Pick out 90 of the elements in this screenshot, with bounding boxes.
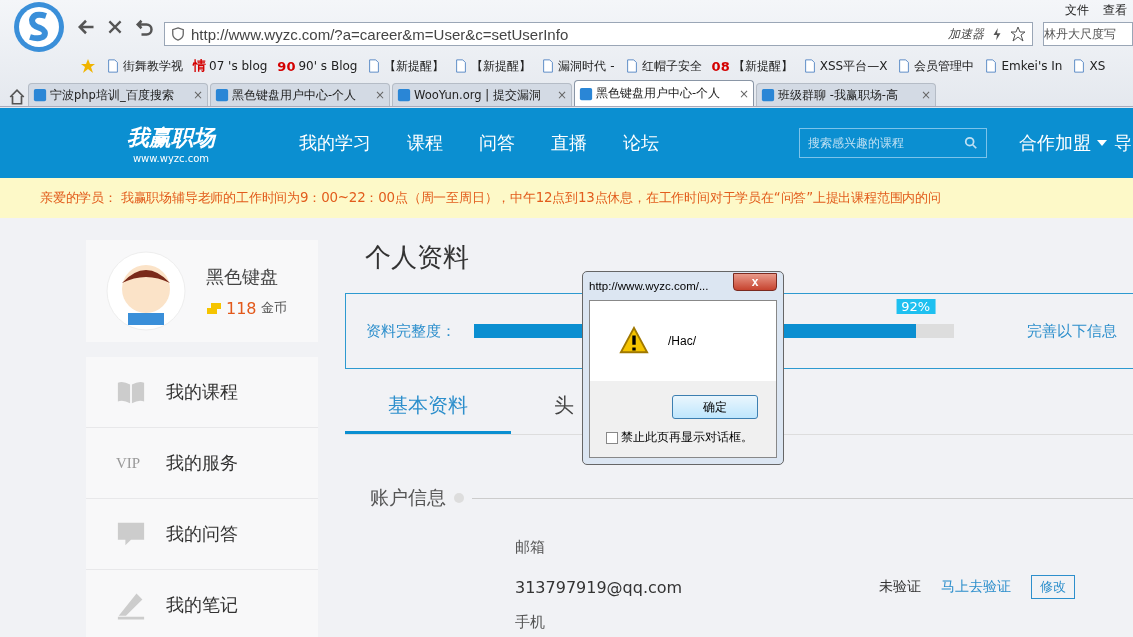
tab-title: 宁波php培训_百度搜索 bbox=[50, 87, 175, 103]
user-name: 黑色键盘 bbox=[206, 264, 279, 289]
warning-icon bbox=[618, 326, 650, 356]
notice-text: 亲爱的学员： 我赢职场辅导老师的工作时间为9：00~22：00点（周一至周日），中午12点到13点休息，在工作时间对于学员在“问答”上提出课程范围内的问 bbox=[40, 189, 941, 207]
dialog-message: /Hac/ bbox=[668, 334, 696, 348]
browser-logo[interactable] bbox=[12, 0, 66, 54]
field-label: 手机 bbox=[515, 613, 546, 632]
accelerator-label[interactable]: 加速器 bbox=[948, 25, 984, 43]
vip-icon: VIP bbox=[116, 454, 146, 472]
bookmark-link[interactable]: 漏洞时代 - bbox=[541, 57, 615, 75]
home-icon bbox=[8, 88, 26, 106]
page-icon bbox=[984, 59, 999, 73]
browser-tab[interactable]: 黑色键盘用户中心-个人 × bbox=[210, 83, 390, 106]
favicon-icon bbox=[397, 88, 411, 102]
page-icon bbox=[541, 59, 556, 73]
menu-item[interactable]: 查看 bbox=[1103, 2, 1127, 19]
suppress-checkbox[interactable]: 禁止此页再显示对话框。 bbox=[606, 429, 776, 446]
sidebar-item[interactable]: VIP 我的服务 bbox=[86, 428, 318, 499]
bookmark-link[interactable]: Emkei's In bbox=[984, 59, 1063, 73]
bookmark-link[interactable]: 情 07 's blog bbox=[193, 57, 268, 75]
tab-close-icon[interactable]: × bbox=[738, 86, 749, 101]
bookmark-link[interactable]: 红帽子安全 bbox=[624, 57, 702, 75]
page-icon bbox=[1072, 59, 1087, 73]
section-title: 账户信息 bbox=[370, 485, 446, 510]
favicon-icon bbox=[761, 88, 775, 102]
shield-icon bbox=[171, 27, 185, 41]
bookmark-link[interactable]: 08 【新提醒】 bbox=[711, 57, 793, 75]
favicon-text: 情 bbox=[193, 57, 206, 75]
coin-count: 118 bbox=[226, 298, 257, 318]
address-bar[interactable]: http://www.wyzc.com/?a=career&m=User&c=setUserInfo 加速器 bbox=[164, 22, 1033, 46]
page-icon bbox=[897, 59, 912, 73]
bookmark-link[interactable]: XS bbox=[1072, 59, 1106, 73]
coin-unit: 金币 bbox=[260, 299, 287, 317]
favicon-icon bbox=[215, 88, 229, 102]
page-icon bbox=[106, 59, 120, 73]
browser-tab[interactable]: 宁波php培训_百度搜索 × bbox=[28, 83, 208, 106]
sidebar-item[interactable]: 我的笔记 bbox=[86, 570, 318, 637]
search-field[interactable]: 林丹大尺度写 bbox=[1043, 22, 1133, 46]
page-icon bbox=[802, 59, 817, 73]
nav-link[interactable]: 问答 bbox=[461, 131, 533, 155]
bookmark-link[interactable]: 【新提醒】 bbox=[367, 57, 445, 75]
partner-menu[interactable]: 合作加盟 bbox=[1019, 131, 1107, 155]
completeness-label: 资料完整度： bbox=[366, 321, 456, 341]
bookmark-link[interactable]: XSS平台—X bbox=[802, 57, 888, 75]
nav-link[interactable]: 直播 bbox=[533, 131, 605, 155]
page-icon bbox=[454, 59, 469, 73]
favicon-icon bbox=[579, 86, 593, 101]
nav-link[interactable]: 论坛 bbox=[605, 131, 677, 155]
nav-link[interactable]: 导 bbox=[1114, 131, 1132, 155]
search-icon bbox=[964, 136, 978, 150]
nav-link[interactable]: 课程 bbox=[389, 131, 461, 155]
url-text: http://www.wyzc.com/?a=career&m=User&c=setUserInfo bbox=[191, 25, 570, 43]
bookmark-link[interactable]: 会员管理中 bbox=[897, 57, 975, 75]
coins-icon bbox=[206, 300, 222, 316]
browser-tab[interactable]: 班级群聊 -我赢职场-高 × bbox=[756, 83, 936, 106]
sidebar-item[interactable]: 我的课程 bbox=[86, 357, 318, 428]
checkbox[interactable] bbox=[606, 431, 618, 444]
ok-button[interactable]: 确定 bbox=[672, 395, 758, 419]
star-outline-icon bbox=[1010, 26, 1026, 42]
browser-tab[interactable]: WooYun.org | 提交漏洞 × bbox=[392, 83, 572, 106]
section-dot bbox=[454, 493, 464, 503]
tab-title: 班级群聊 -我赢职场-高 bbox=[778, 87, 899, 103]
dialog-title: http://www.wyzc.com/... bbox=[589, 280, 709, 292]
favicon-icon bbox=[33, 88, 47, 102]
star-icon bbox=[80, 58, 96, 74]
tab-title: WooYun.org | 提交漏洞 bbox=[414, 87, 542, 103]
progress-reading: 92% bbox=[896, 299, 936, 314]
tab-close-icon[interactable]: × bbox=[192, 88, 203, 102]
bookmark-link[interactable]: 90 90' s Blog bbox=[277, 58, 358, 74]
field-label: 邮箱 bbox=[515, 538, 546, 557]
sidebar-item[interactable]: 我的问答 bbox=[86, 499, 318, 570]
caret-icon bbox=[1097, 139, 1107, 147]
menu-item[interactable]: 文件 bbox=[1065, 2, 1089, 19]
page-icon bbox=[367, 59, 382, 73]
browser-tab[interactable]: 黑色键盘用户中心-个人 × bbox=[574, 80, 754, 106]
tab-close-icon[interactable]: × bbox=[556, 88, 567, 102]
page-icon bbox=[624, 59, 639, 73]
email-value: 313797919@qq.com bbox=[515, 577, 684, 597]
tab-close-icon[interactable]: × bbox=[920, 88, 931, 102]
favicon-text: 08 bbox=[711, 58, 730, 74]
tab-title: 黑色键盘用户中心-个人 bbox=[232, 87, 358, 103]
site-logo[interactable]: 我赢职场 www.wyzc.com bbox=[105, 122, 237, 164]
bookmark-link[interactable]: 街舞教学视 bbox=[106, 57, 183, 75]
tab-title: 黑色键盘用户中心-个人 bbox=[596, 86, 722, 101]
page-title: 个人资料 bbox=[365, 241, 470, 274]
tab-close-icon[interactable]: × bbox=[374, 88, 385, 102]
bookmark-link[interactable]: 【新提醒】 bbox=[454, 57, 532, 75]
favicon-text: 90 bbox=[277, 58, 296, 74]
nav-link[interactable]: 我的学习 bbox=[281, 131, 389, 155]
verify-status: 未验证 bbox=[879, 578, 921, 596]
